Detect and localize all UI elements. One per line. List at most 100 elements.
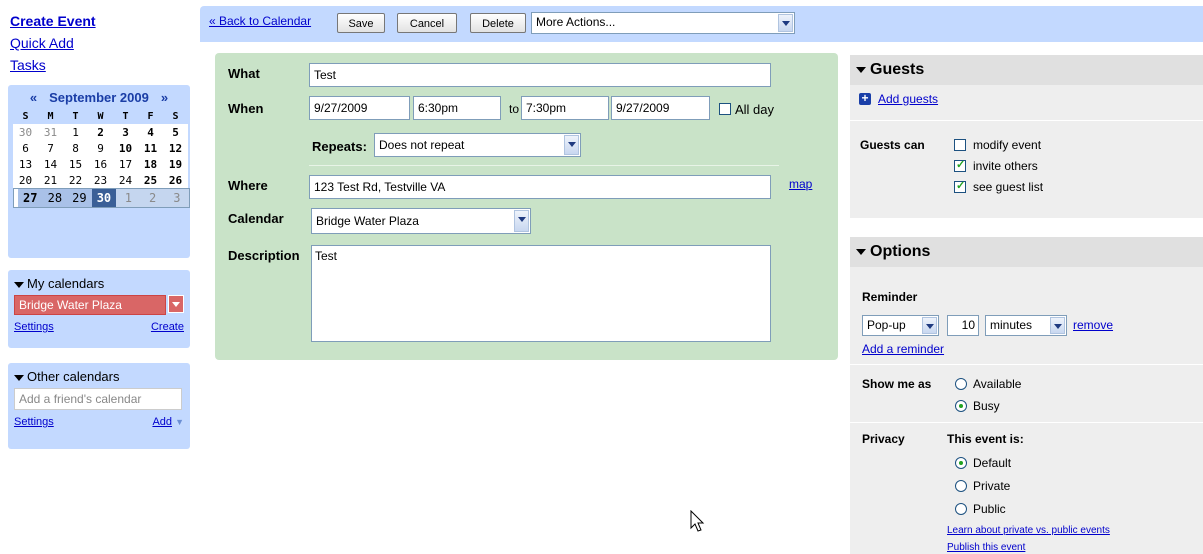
more-actions-select[interactable]: More Actions...: [531, 12, 795, 34]
all-day-checkbox[interactable]: [719, 103, 731, 115]
save-button[interactable]: Save: [337, 13, 385, 33]
description-label: Description: [228, 248, 300, 263]
start-time-input[interactable]: 6:30pm: [413, 96, 501, 120]
modify-event-checkbox[interactable]: [954, 139, 966, 151]
chevron-down-icon: [1050, 317, 1065, 334]
mini-calendar-day[interactable]: 23: [88, 172, 113, 188]
repeats-select[interactable]: Does not repeat: [374, 133, 581, 157]
mini-calendar-day[interactable]: 1: [63, 124, 88, 140]
mini-calendar-day[interactable]: 9: [88, 140, 113, 156]
mini-calendar-day[interactable]: 28: [42, 189, 68, 207]
create-event-link[interactable]: Create Event: [10, 13, 96, 29]
weekday-header: F: [138, 108, 163, 124]
collapse-icon[interactable]: [14, 281, 24, 288]
mini-calendar-day[interactable]: 20: [13, 172, 38, 188]
other-calendars-title[interactable]: Other calendars: [27, 369, 120, 384]
mini-calendar-day[interactable]: 15: [63, 156, 88, 172]
mini-calendar-day[interactable]: 5: [163, 124, 188, 140]
quick-add-link[interactable]: Quick Add: [10, 35, 74, 51]
mini-calendar-day[interactable]: 31: [38, 124, 63, 140]
end-date-input[interactable]: 9/27/2009: [611, 96, 710, 120]
default-privacy-radio[interactable]: [955, 457, 967, 469]
mini-calendar-day[interactable]: 7: [38, 140, 63, 156]
reminder-unit-select[interactable]: minutes: [985, 315, 1067, 336]
mini-calendar-day[interactable]: 2: [88, 124, 113, 140]
event-details-form: What Test When 9/27/2009 6:30pm to 7:30p…: [215, 53, 838, 360]
my-calendars-title[interactable]: My calendars: [27, 276, 104, 291]
other-calendars-settings-link[interactable]: Settings: [14, 416, 54, 428]
invite-others-checkbox[interactable]: [954, 158, 966, 172]
mini-calendar-day[interactable]: 17: [113, 156, 138, 172]
my-calendars-settings-link[interactable]: Settings: [14, 321, 54, 333]
next-month-button[interactable]: »: [161, 90, 168, 105]
mini-calendar-day[interactable]: 22: [63, 172, 88, 188]
delete-button[interactable]: Delete: [470, 13, 526, 33]
tasks-link[interactable]: Tasks: [10, 57, 46, 73]
plus-icon[interactable]: +: [859, 92, 871, 105]
prev-month-button[interactable]: «: [30, 90, 37, 105]
learn-privacy-link[interactable]: Learn about private vs. public events: [947, 525, 1110, 536]
mini-calendar-day[interactable]: 30: [13, 124, 38, 140]
this-event-is-label: This event is:: [947, 432, 1024, 446]
add-guests-link[interactable]: Add guests: [878, 92, 938, 106]
collapse-icon[interactable]: [14, 374, 24, 381]
mini-calendar-day[interactable]: 16: [88, 156, 113, 172]
calendar-item-bridge-water-plaza[interactable]: Bridge Water Plaza: [14, 295, 184, 315]
map-link[interactable]: map: [789, 177, 812, 191]
mini-calendar-day[interactable]: 29: [67, 189, 92, 207]
mini-calendar-day[interactable]: 12: [163, 140, 188, 156]
divider: [309, 165, 779, 166]
weekday-header: M: [38, 108, 63, 124]
back-to-calendar-link[interactable]: « Back to Calendar: [209, 14, 311, 28]
calendar-select[interactable]: Bridge Water Plaza: [311, 208, 531, 234]
busy-label: Busy: [973, 399, 1000, 413]
cancel-button[interactable]: Cancel: [397, 13, 457, 33]
reminder-type-select[interactable]: Pop-up: [862, 315, 939, 336]
mini-calendar-day[interactable]: 10: [113, 140, 138, 156]
collapse-icon[interactable]: [856, 66, 866, 73]
description-textarea[interactable]: Test: [311, 245, 771, 342]
mini-calendar-day[interactable]: 3: [113, 124, 138, 140]
where-input[interactable]: 123 Test Rd, Testville VA: [309, 175, 771, 199]
collapse-icon[interactable]: [856, 248, 866, 255]
add-dropdown-icon[interactable]: ▼: [175, 417, 184, 427]
mini-calendar-day[interactable]: 27: [18, 189, 43, 207]
see-guest-list-checkbox[interactable]: [954, 179, 966, 193]
mini-calendar-day[interactable]: 3: [164, 189, 189, 207]
private-radio[interactable]: [955, 480, 967, 492]
what-label: What: [228, 66, 260, 81]
add-friend-calendar-input[interactable]: Add a friend's calendar: [14, 388, 182, 410]
mini-calendar-day[interactable]: 11: [138, 140, 163, 156]
busy-radio[interactable]: [955, 400, 967, 412]
mini-calendar-day[interactable]: 8: [63, 140, 88, 156]
weekday-header: S: [13, 108, 38, 124]
mini-calendar-day[interactable]: 4: [138, 124, 163, 140]
my-calendars-create-link[interactable]: Create: [151, 321, 184, 333]
what-input[interactable]: Test: [309, 63, 771, 87]
mini-calendar-day[interactable]: 1: [116, 189, 141, 207]
publish-event-link[interactable]: Publish this event: [947, 542, 1025, 553]
available-radio[interactable]: [955, 378, 967, 390]
mini-calendar-day[interactable]: 30: [91, 189, 117, 207]
mini-calendar-day[interactable]: 25: [138, 172, 163, 188]
mini-calendar-day[interactable]: 24: [113, 172, 138, 188]
calendar-item-menu-icon[interactable]: [168, 295, 184, 313]
mini-calendar-day[interactable]: 14: [38, 156, 63, 172]
mini-calendar-day[interactable]: 6: [13, 140, 38, 156]
mini-calendar-day[interactable]: 18: [138, 156, 163, 172]
start-date-input[interactable]: 9/27/2009: [309, 96, 410, 120]
invite-others-label: invite others: [973, 159, 1038, 173]
add-reminder-link[interactable]: Add a reminder: [862, 342, 944, 356]
end-time-input[interactable]: 7:30pm: [521, 96, 609, 120]
left-nav-links: Create Event Quick Add Tasks: [10, 10, 96, 76]
reminder-amount-input[interactable]: 10: [947, 315, 979, 336]
mini-calendar-day[interactable]: 2: [140, 189, 165, 207]
repeats-value: Does not repeat: [379, 138, 465, 152]
mini-calendar-day[interactable]: 21: [38, 172, 63, 188]
mini-calendar-day[interactable]: 13: [13, 156, 38, 172]
mini-calendar-day[interactable]: 26: [163, 172, 188, 188]
other-calendars-add-link[interactable]: Add: [152, 416, 172, 428]
remove-reminder-link[interactable]: remove: [1073, 318, 1113, 332]
mini-calendar-day[interactable]: 19: [163, 156, 188, 172]
public-radio[interactable]: [955, 503, 967, 515]
